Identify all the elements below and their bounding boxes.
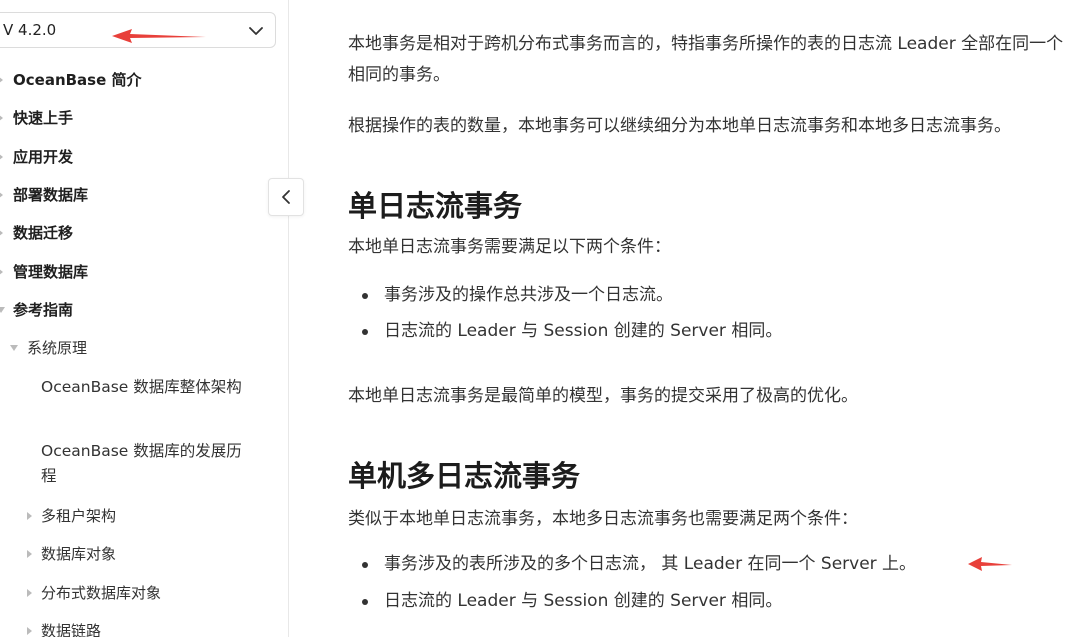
- caret-down-icon: [0, 307, 5, 313]
- sidebar-item-label: 应用开发: [13, 148, 74, 166]
- section1-tail: 本地单日志流事务是最简单的模型，事务的提交采用了极高的优化。: [348, 386, 858, 406]
- sidebar-item-label: 管理数据库: [13, 263, 89, 281]
- caret-right-icon: [0, 77, 3, 83]
- collapse-sidebar-button[interactable]: [268, 178, 304, 216]
- docs-page: V 4.2.0 OceanBase 简介 快速上手 应用开发 部署数据库 数据迁…: [0, 0, 1092, 637]
- sidebar-item-label: OceanBase 简介: [13, 71, 142, 89]
- section1-lead: 本地单日志流事务需要满足以下两个条件：: [348, 237, 671, 257]
- sidebar-item-label: 数据链路: [41, 622, 102, 637]
- list-item-text: 日志流的 Leader 与 Session 创建的 Server 相同。: [384, 321, 783, 341]
- caret-right-icon: [0, 230, 3, 236]
- sidebar-item-label: 部署数据库: [13, 186, 89, 204]
- caret-down-icon: [10, 345, 18, 351]
- intro-paragraph-line2: 相同的事务。: [348, 65, 450, 85]
- caret-right-icon: [0, 192, 3, 198]
- sidebar-item-label: 参考指南: [13, 301, 74, 319]
- sidebar-item-label: 数据库对象: [41, 545, 117, 563]
- sidebar-item-label: 快速上手: [13, 109, 74, 127]
- version-select-value: V 4.2.0: [3, 21, 57, 39]
- annotation-arrow-icon: [112, 29, 206, 43]
- chevron-left-icon: [282, 190, 290, 204]
- sidebar-item-label: 数据迁移: [13, 224, 74, 242]
- sidebar-item-label: 多租户架构: [41, 507, 117, 525]
- section-heading-multi-log-stream: 单机多日志流事务: [348, 459, 581, 493]
- article-content: 本地事务是相对于跨机分布式事务而言的，特指事务所操作的表的日志流 Leader …: [348, 0, 1092, 637]
- caret-right-icon: [0, 115, 3, 121]
- annotation-arrow-icon: [968, 557, 1012, 571]
- sidebar-item-label: 系统原理: [27, 339, 88, 357]
- list-item-text: 事务涉及的表所涉及的多个日志流， 其 Leader 在同一个 Server 上。: [384, 554, 917, 574]
- chevron-down-icon: [249, 27, 263, 35]
- caret-right-icon: [0, 154, 3, 160]
- list-item-text: 事务涉及的操作总共涉及一个日志流。: [384, 285, 673, 305]
- bullet-dot: [362, 293, 368, 299]
- sidebar-item-overall-architecture[interactable]: OceanBase 数据库整体架构: [41, 375, 251, 400]
- bullet-dot: [362, 562, 368, 568]
- bullet-dot: [362, 329, 368, 335]
- intro-paragraph-line1: 本地事务是相对于跨机分布式事务而言的，特指事务所操作的表的日志流 Leader …: [348, 34, 1064, 54]
- sidebar-nav: V 4.2.0 OceanBase 简介 快速上手 应用开发 部署数据库 数据迁…: [0, 0, 289, 637]
- caret-right-icon: [27, 550, 32, 558]
- caret-right-icon: [27, 589, 32, 597]
- sidebar-item-label: OceanBase 数据库整体架构: [41, 378, 242, 396]
- caret-right-icon: [0, 269, 3, 275]
- intro-paragraph-2: 根据操作的表的数量，本地事务可以继续细分为本地单日志流事务和本地多日志流事务。: [348, 116, 1011, 136]
- caret-right-icon: [27, 627, 32, 635]
- sidebar-item-label: 分布式数据库对象: [41, 584, 162, 602]
- list-item-text: 日志流的 Leader 与 Session 创建的 Server 相同。: [384, 591, 783, 611]
- sidebar-item-history[interactable]: OceanBase 数据库的发展历程: [41, 439, 251, 489]
- caret-right-icon: [27, 512, 32, 520]
- section-heading-single-log-stream: 单日志流事务: [348, 189, 523, 223]
- section2-lead: 类似于本地单日志流事务，本地多日志流事务也需要满足两个条件：: [348, 509, 858, 529]
- bullet-dot: [362, 599, 368, 605]
- sidebar-item-label: OceanBase 数据库的发展历程: [41, 442, 242, 485]
